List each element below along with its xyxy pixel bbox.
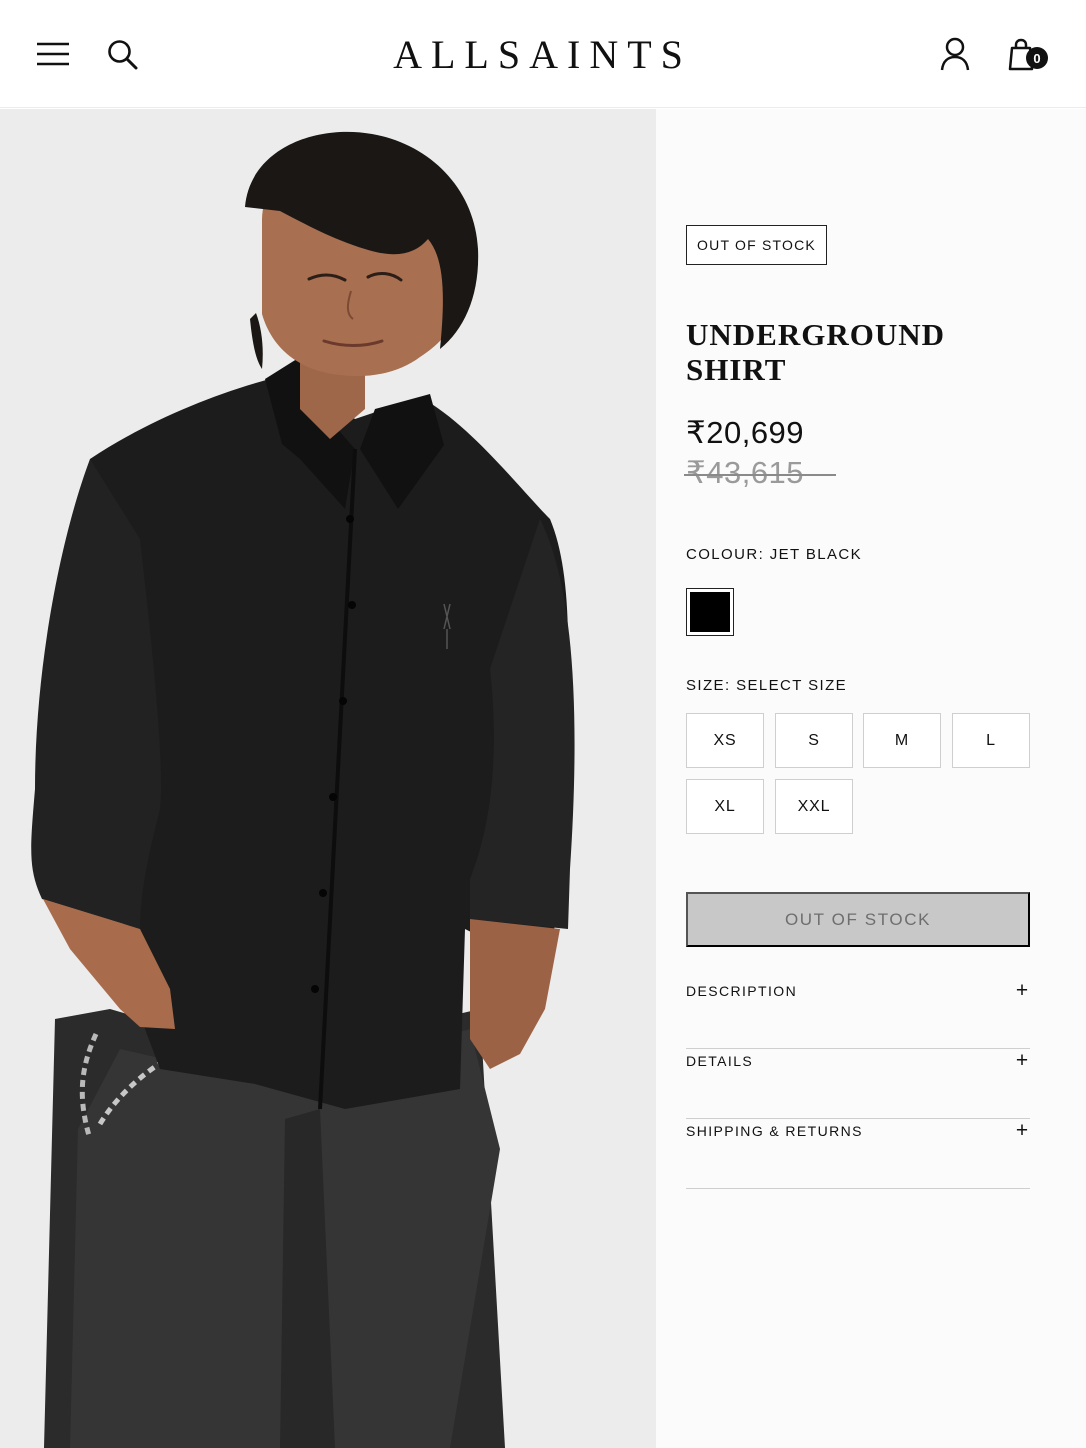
plus-icon[interactable]: + [1014, 979, 1030, 1003]
size-option-m[interactable]: M [863, 713, 941, 768]
out-of-stock-button[interactable]: OUT OF STOCK [686, 892, 1030, 947]
stock-status-badge: OUT OF STOCK [686, 225, 827, 265]
site-logo[interactable]: ALLSAINTS [360, 31, 716, 79]
colour-label: COLOUR: JET BLACK [686, 546, 863, 563]
plus-icon[interactable]: + [1014, 1119, 1030, 1143]
description-accordion[interactable]: DESCRIPTION + [686, 979, 1030, 1049]
product-title: UNDERGROUND SHIRT [686, 317, 945, 387]
product-details-panel: OUT OF STOCK UNDERGROUND SHIRT ₹20,699 ₹… [656, 109, 1086, 1448]
size-label: SIZE: SELECT SIZE [686, 677, 848, 694]
size-option-xl[interactable]: XL [686, 779, 764, 834]
original-price-value: ₹43,615 [686, 455, 805, 490]
user-account-icon[interactable] [934, 33, 976, 75]
shipping-returns-accordion[interactable]: SHIPPING & RETURNS + [686, 1119, 1030, 1189]
shipping-returns-label: SHIPPING & RETURNS [686, 1123, 863, 1139]
price-strikethrough [684, 474, 836, 476]
details-accordion[interactable]: DETAILS + [686, 1049, 1030, 1119]
size-option-xxl[interactable]: XXL [775, 779, 853, 834]
description-label: DESCRIPTION [686, 983, 798, 999]
shopping-bag-icon[interactable]: 0 [1000, 33, 1052, 75]
plus-icon[interactable]: + [1014, 1049, 1030, 1073]
size-option-l[interactable]: L [952, 713, 1030, 768]
details-label: DETAILS [686, 1053, 754, 1069]
site-header: ALLSAINTS 0 [0, 0, 1086, 108]
swatch-color [690, 592, 730, 632]
colour-swatch-jet-black[interactable] [686, 588, 734, 636]
product-photo[interactable] [0, 109, 656, 1448]
size-option-xs[interactable]: XS [686, 713, 764, 768]
size-option-s[interactable]: S [775, 713, 853, 768]
original-price: ₹43,615 [684, 455, 836, 491]
bag-count-badge: 0 [1026, 47, 1048, 69]
search-icon[interactable] [102, 34, 142, 74]
current-price: ₹20,699 [686, 415, 805, 450]
hamburger-menu-icon[interactable] [33, 34, 73, 74]
